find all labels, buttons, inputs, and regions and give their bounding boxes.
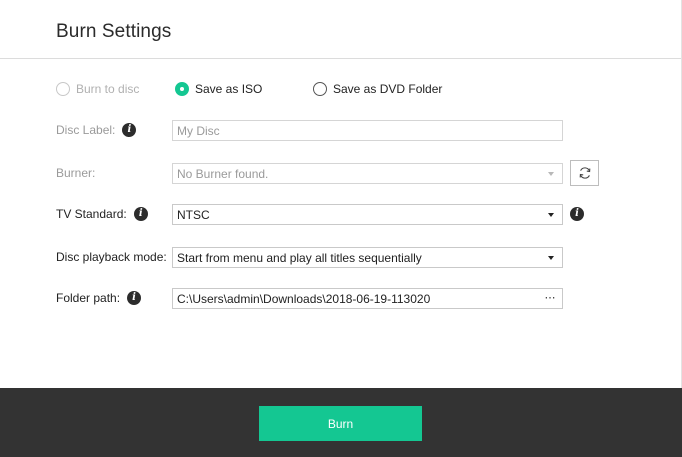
folder-path-row-label: Folder path: i bbox=[56, 288, 142, 308]
tv-standard-selected-value: NTSC bbox=[177, 207, 210, 222]
playback-mode-select[interactable]: Start from menu and play all titles sequ… bbox=[172, 247, 563, 268]
playback-mode-row-label: Disc playback mode: bbox=[56, 247, 167, 267]
dialog-title: Burn Settings bbox=[56, 21, 172, 42]
burner-selected-value: No Burner found. bbox=[177, 166, 269, 181]
radio-circle-icon bbox=[313, 82, 327, 96]
disc-label-value: My Disc bbox=[177, 123, 220, 138]
info-icon[interactable]: i bbox=[127, 291, 142, 305]
chevron-down-icon bbox=[548, 255, 554, 260]
radio-save-as-dvd-folder-label: Save as DVD Folder bbox=[333, 82, 443, 96]
radio-burn-to-disc-label: Burn to disc bbox=[76, 82, 140, 96]
radio-circle-icon bbox=[56, 82, 70, 96]
burn-settings-dialog: Burn Settings Burn to disc Save as ISO S… bbox=[0, 0, 682, 457]
radio-burn-to-disc[interactable]: Burn to disc bbox=[56, 80, 139, 98]
radio-save-as-iso-label: Save as ISO bbox=[195, 82, 263, 96]
burner-row-label: Burner: bbox=[56, 163, 95, 183]
disc-label-text: Disc Label: bbox=[56, 123, 116, 137]
disc-label-row-label: Disc Label: i bbox=[56, 120, 137, 140]
tv-standard-label-text: TV Standard: bbox=[56, 207, 127, 221]
burner-label-text: Burner: bbox=[56, 166, 96, 180]
tv-standard-row-label: TV Standard: i bbox=[56, 204, 148, 224]
tv-standard-select[interactable]: NTSC bbox=[172, 204, 563, 225]
info-icon[interactable]: i bbox=[133, 207, 148, 221]
title-divider bbox=[0, 58, 682, 59]
playback-mode-selected-value: Start from menu and play all titles sequ… bbox=[177, 250, 422, 265]
radio-save-as-iso[interactable]: Save as ISO bbox=[175, 80, 262, 98]
folder-path-input[interactable]: C:\Users\admin\Downloads\2018-06-19-1130… bbox=[172, 288, 563, 309]
radio-save-as-dvd-folder[interactable]: Save as DVD Folder bbox=[313, 80, 442, 98]
info-icon[interactable]: i bbox=[570, 207, 584, 221]
burner-select[interactable]: No Burner found. bbox=[172, 163, 563, 184]
refresh-icon bbox=[579, 167, 590, 179]
radio-selected-icon bbox=[175, 82, 189, 96]
refresh-burner-button[interactable] bbox=[570, 160, 599, 186]
folder-path-value: C:\Users\admin\Downloads\2018-06-19-1130… bbox=[177, 291, 431, 306]
chevron-down-icon bbox=[548, 212, 554, 217]
ellipsis-icon[interactable]: ⋯ bbox=[545, 293, 557, 304]
playback-mode-label-text: Disc playback mode: bbox=[56, 250, 167, 264]
chevron-down-icon bbox=[548, 171, 554, 176]
burn-button[interactable]: Burn bbox=[259, 406, 422, 441]
info-icon[interactable]: i bbox=[122, 123, 137, 137]
disc-label-input[interactable]: My Disc bbox=[172, 120, 563, 141]
folder-path-label-text: Folder path: bbox=[56, 291, 121, 305]
